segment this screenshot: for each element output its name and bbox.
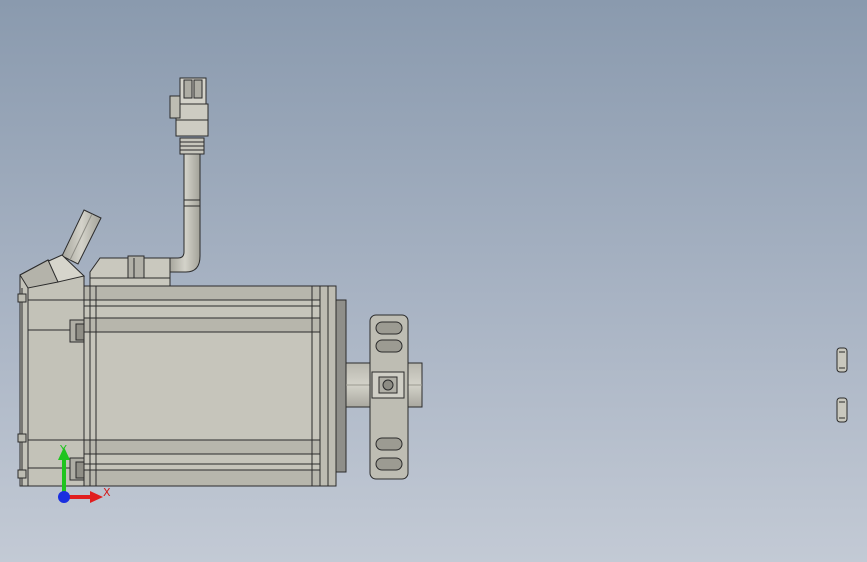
connector-housing[interactable]: [89, 255, 171, 287]
cad-graphics-viewport[interactable]: Y X: [0, 0, 867, 562]
encoder-cable[interactable]: [169, 137, 205, 273]
power-cable-stub[interactable]: [61, 209, 102, 265]
mounting-bracket[interactable]: [369, 314, 409, 480]
motor-body[interactable]: [69, 285, 335, 487]
cad-model-canvas[interactable]: [0, 0, 867, 562]
front-flange[interactable]: [319, 285, 347, 487]
triad-z-axis-origin: [58, 491, 70, 503]
encoder-plug-connector[interactable]: [169, 77, 209, 137]
servo-motor-assembly[interactable]: [17, 77, 848, 487]
rear-end-cap[interactable]: [17, 254, 86, 487]
triad-y-label: Y: [60, 443, 67, 456]
loose-pin-parts[interactable]: [836, 347, 848, 423]
triad-x-label: X: [103, 486, 111, 499]
